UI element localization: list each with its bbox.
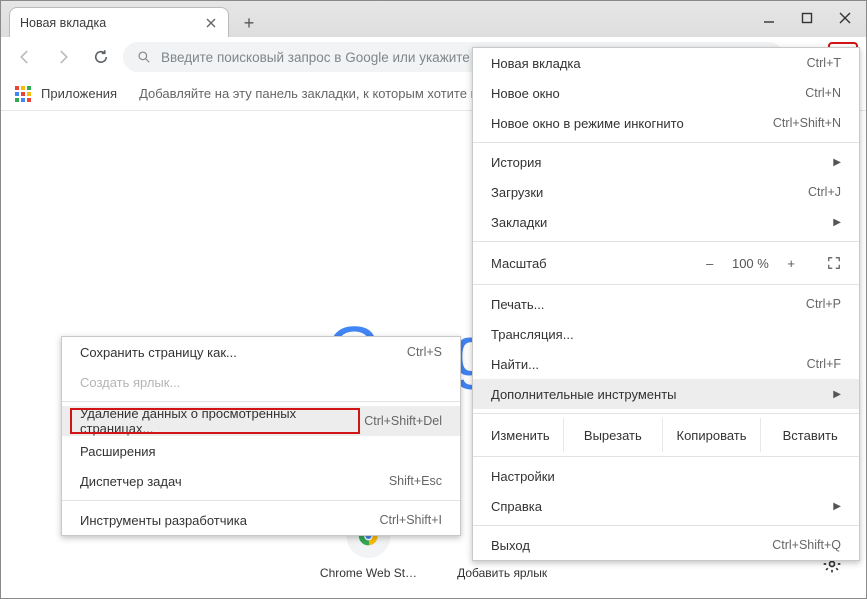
submenu-item-extensions[interactable]: Расширения [62,436,460,466]
submenu-item-clear-data[interactable]: Удаление данных о просмотренных страница… [62,406,460,436]
menu-item-history[interactable]: История▶ [473,147,859,177]
menu-item-find[interactable]: Найти...Ctrl+F [473,349,859,379]
menu-item-incognito[interactable]: Новое окно в режиме инкогнитоCtrl+Shift+… [473,108,859,138]
zoom-minus-button[interactable]: – [706,256,713,271]
zoom-plus-button[interactable]: + [787,256,795,271]
close-window-button[interactable] [828,5,862,31]
edit-label: Изменить [473,418,563,452]
browser-tab[interactable]: Новая вкладка [9,7,229,37]
apps-icon[interactable] [15,86,31,102]
submenu-item-dev-tools[interactable]: Инструменты разработчикаCtrl+Shift+I [62,505,460,535]
edit-cut-button[interactable]: Вырезать [563,418,662,452]
forward-button[interactable] [47,41,79,73]
reload-button[interactable] [85,41,117,73]
close-tab-icon[interactable] [204,16,218,30]
menu-item-help[interactable]: Справка▶ [473,491,859,521]
menu-item-zoom: Масштаб – 100 % + [473,246,859,280]
submenu-item-task-manager[interactable]: Диспетчер задачShift+Esc [62,466,460,496]
zoom-value: 100 % [727,256,773,271]
chrome-main-menu: Новая вкладкаCtrl+T Новое окноCtrl+N Нов… [472,47,860,561]
new-tab-button[interactable]: + [235,9,263,37]
back-button[interactable] [9,41,41,73]
menu-item-exit[interactable]: ВыходCtrl+Shift+Q [473,530,859,560]
apps-label[interactable]: Приложения [41,86,117,101]
window-titlebar: Новая вкладка + [1,1,866,37]
bookmarks-hint: Добавляйте на эту панель закладки, к кот… [139,86,506,101]
menu-item-print[interactable]: Печать...Ctrl+P [473,289,859,319]
menu-row-edit: Изменить Вырезать Копировать Вставить [473,418,859,452]
shortcut-label: Chrome Web St… [320,566,417,580]
minimize-button[interactable] [752,5,786,31]
more-tools-submenu: Сохранить страницу как...Ctrl+S Создать … [61,336,461,536]
edit-copy-button[interactable]: Копировать [662,418,761,452]
menu-item-bookmarks[interactable]: Закладки▶ [473,207,859,237]
tab-title: Новая вкладка [20,16,196,30]
menu-item-settings[interactable]: Настройки [473,461,859,491]
menu-item-downloads[interactable]: ЗагрузкиCtrl+J [473,177,859,207]
fullscreen-icon[interactable] [827,256,841,270]
menu-item-more-tools[interactable]: Дополнительные инструменты▶ [473,379,859,409]
window-controls [752,5,862,31]
submenu-item-save-page[interactable]: Сохранить страницу как...Ctrl+S [62,337,460,367]
maximize-button[interactable] [790,5,824,31]
menu-item-cast[interactable]: Трансляция... [473,319,859,349]
menu-item-new-tab[interactable]: Новая вкладкаCtrl+T [473,48,859,78]
edit-paste-button[interactable]: Вставить [760,418,859,452]
search-icon [137,50,151,64]
menu-item-new-window[interactable]: Новое окноCtrl+N [473,78,859,108]
shortcut-label: Добавить ярлык [457,566,547,580]
submenu-item-create-shortcut: Создать ярлык... [62,367,460,397]
